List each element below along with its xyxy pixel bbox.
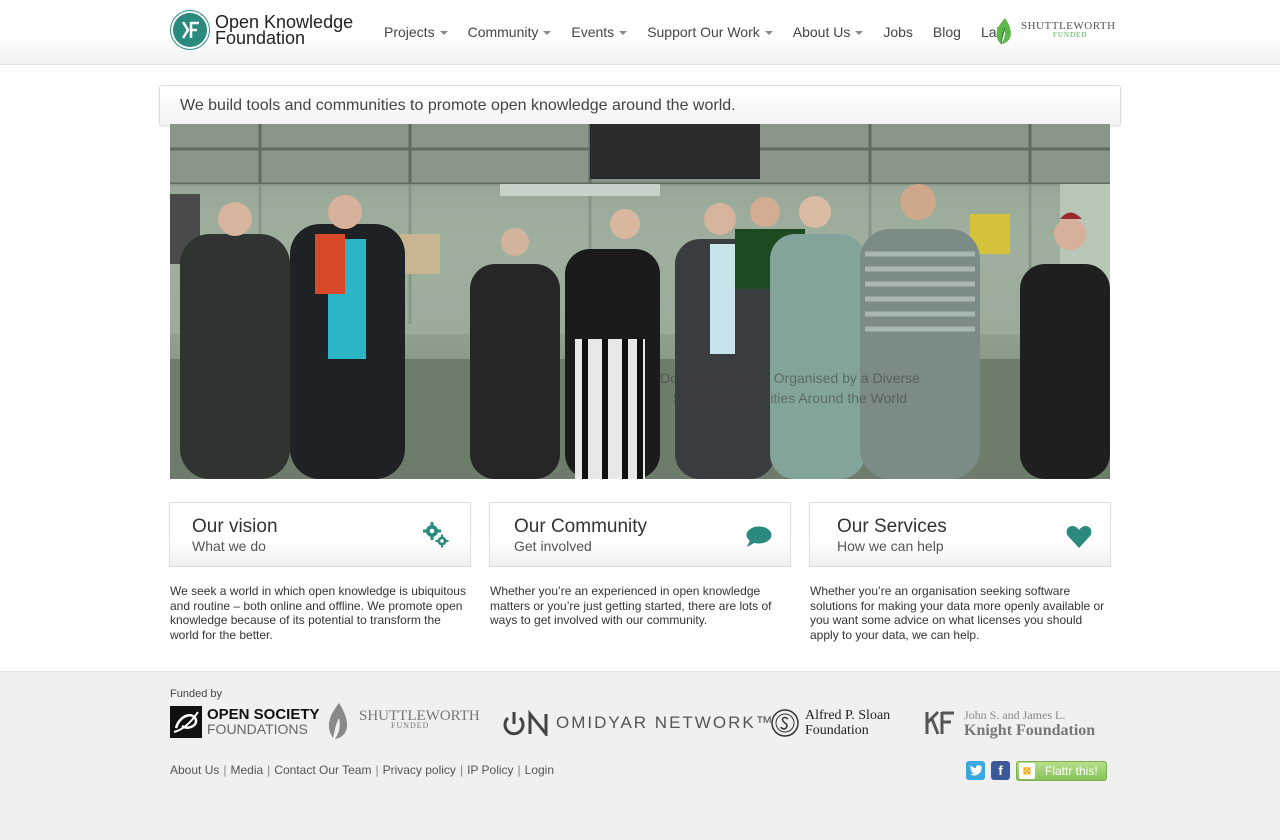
site-footer: Funded by OPEN SOCIETY FOUNDATIONS SHUTT… xyxy=(0,671,1280,840)
speech-bubble-icon xyxy=(745,525,773,554)
shuttleworth-wordmark: SHUTTLEWORTH FUNDED xyxy=(1021,20,1116,40)
flattr-label: Flattr this! xyxy=(1045,764,1098,778)
open-society-wordmark: OPEN SOCIETY FOUNDATIONS xyxy=(207,706,320,737)
nav-events-label: Events xyxy=(571,24,615,40)
hero-caption: Dozens of Events Organised by a Diverse … xyxy=(640,368,940,408)
footer-link-about-us[interactable]: About Us xyxy=(170,763,219,777)
sloan-seal-icon xyxy=(771,709,799,737)
omidyar-wordmark: OMIDYAR NETWORK™ xyxy=(556,713,775,732)
link-separator: | xyxy=(517,763,521,777)
gears-icon xyxy=(422,521,450,554)
knight-line-2: Knight Foundation xyxy=(964,722,1096,739)
link-separator: | xyxy=(375,763,379,777)
nav-projects[interactable]: Projects xyxy=(384,24,448,40)
funder-shuttleworth[interactable]: SHUTTLEWORTH FUNDED xyxy=(323,701,480,741)
nav-blog[interactable]: Blog xyxy=(933,24,961,40)
leaf-icon xyxy=(996,18,1011,45)
box-title: Our Services xyxy=(837,516,947,537)
box-our-services[interactable]: Our Services How we can help xyxy=(809,502,1111,567)
chevron-down-icon xyxy=(855,30,864,35)
sloan-line-2: Foundation xyxy=(805,723,869,738)
box-our-vision[interactable]: Our vision What we do xyxy=(169,502,471,567)
box-subtitle: Get involved xyxy=(514,538,592,554)
nav-community-label: Community xyxy=(467,24,539,40)
nav-jobs[interactable]: Jobs xyxy=(883,24,913,40)
flattr-button[interactable]: ⊠ Flattr this! xyxy=(1016,761,1107,781)
footer-link-privacy-policy[interactable]: Privacy policy xyxy=(383,763,456,777)
knight-logo-icon xyxy=(925,710,954,735)
logo-wordmark: Open Knowledge Foundation xyxy=(215,13,353,48)
link-separator: | xyxy=(459,763,464,777)
okf-logo-icon xyxy=(171,11,209,49)
shuttleworth-flame-icon xyxy=(328,703,348,739)
nav-projects-label: Projects xyxy=(384,24,435,40)
hero-caption-line-2: Set of Communities Around the World xyxy=(673,390,907,406)
box-title: Our vision xyxy=(192,516,278,537)
osf-line-1: OPEN SOCIETY xyxy=(207,706,320,723)
nav-support-our-work[interactable]: Support Our Work xyxy=(647,24,773,40)
omidyar-logo-icon xyxy=(503,710,548,736)
box-title: Our Community xyxy=(514,516,648,537)
chevron-down-icon xyxy=(439,30,448,35)
box-subtitle: How we can help xyxy=(837,538,944,554)
nav-about-us[interactable]: About Us xyxy=(793,24,864,40)
hero-image[interactable]: Dozens of Events Organised by a Diverse … xyxy=(170,124,1110,479)
funder-knight[interactable]: John S. and James L. Knight Foundation xyxy=(924,708,1096,739)
twitter-icon[interactable] xyxy=(966,761,985,780)
nav-support-label: Support Our Work xyxy=(647,24,760,40)
logo-line-2: Foundation xyxy=(215,28,306,48)
open-society-logo-icon xyxy=(170,706,202,738)
tagline-banner: We build tools and communities to promot… xyxy=(159,85,1121,126)
nav-events[interactable]: Events xyxy=(571,24,628,40)
box-subtitle: What we do xyxy=(192,538,266,554)
hero-photo xyxy=(170,124,1110,479)
sw-line-1: SHUTTLEWORTH xyxy=(359,708,480,724)
heart-icon xyxy=(1066,525,1092,554)
footer-link-login[interactable]: Login xyxy=(525,763,554,777)
vision-description: We seek a world in which open knowledge … xyxy=(170,584,466,642)
chevron-down-icon xyxy=(543,30,552,35)
shuttleworth-footer-wordmark: SHUTTLEWORTH FUNDED xyxy=(359,708,480,731)
footer-link-media[interactable]: Media xyxy=(230,763,263,777)
chevron-down-icon xyxy=(764,30,773,35)
knight-wordmark: John S. and James L. Knight Foundation xyxy=(964,708,1096,739)
footer-links: About Us | Media | Contact Our Team | Privacy … xyxy=(170,763,554,777)
shuttleworth-funded-badge[interactable]: SHUTTLEWORTH FUNDED xyxy=(992,16,1116,46)
box-our-community[interactable]: Our Community Get involved xyxy=(489,502,791,567)
services-description: Whether you’re an organisation seeking s… xyxy=(810,584,1105,642)
funded-by-label: Funded by xyxy=(170,688,222,700)
site-header: Open Knowledge Foundation Projects Commu… xyxy=(0,0,1280,65)
sloan-line-1: Alfred P. Sloan xyxy=(805,708,891,723)
funder-omidyar[interactable]: OMIDYAR NETWORK™ xyxy=(502,710,775,736)
sloan-wordmark: Alfred P. Sloan Foundation xyxy=(805,708,890,738)
nav-community[interactable]: Community xyxy=(468,24,552,40)
shuttleworth-funded-label: FUNDED xyxy=(1053,31,1088,39)
footer-link-contact-our-team[interactable]: Contact Our Team xyxy=(274,763,371,777)
flattr-icon: ⊠ xyxy=(1019,763,1035,779)
main-nav: Projects Community Events Support Our Wo… xyxy=(384,24,1031,40)
osf-line-2: FOUNDATIONS xyxy=(207,721,308,737)
shuttleworth-name: SHUTTLEWORTH xyxy=(1021,20,1116,32)
link-separator: | xyxy=(223,763,227,777)
facebook-icon[interactable]: f xyxy=(991,761,1010,780)
community-description: Whether you’re an experienced in open kn… xyxy=(490,584,772,627)
nav-about-label: About Us xyxy=(792,24,851,40)
knight-line-1: John S. and James L. xyxy=(964,708,1066,722)
hero-caption-line-1: Dozens of Events Organised by a Diverse xyxy=(660,370,920,386)
funder-open-society[interactable]: OPEN SOCIETY FOUNDATIONS xyxy=(170,706,320,738)
footer-link-ip-policy[interactable]: IP Policy xyxy=(467,763,513,777)
funder-sloan[interactable]: Alfred P. Sloan Foundation xyxy=(771,708,890,738)
site-logo[interactable]: Open Knowledge Foundation xyxy=(171,11,353,49)
link-separator: | xyxy=(267,763,271,777)
chevron-down-icon xyxy=(619,30,628,35)
